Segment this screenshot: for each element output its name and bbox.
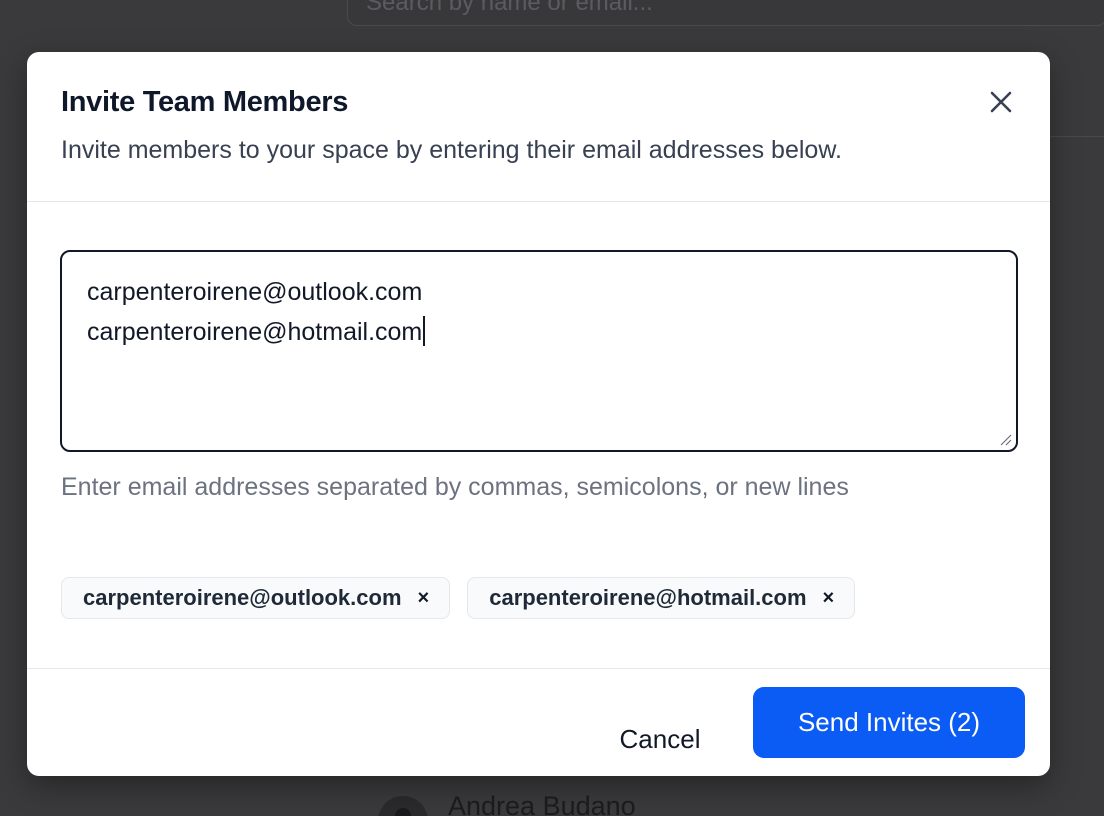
background-divider [1050,136,1104,137]
email-textarea-content: carpenteroirene@outlook.com carpenteroir… [87,272,426,352]
cancel-button[interactable]: Cancel [590,704,730,774]
background-search-placeholder: Search by name or email... [366,0,653,16]
text-caret [423,316,426,346]
background-member-name: Andrea Budano [448,791,636,816]
email-chip-label: carpenteroirene@hotmail.com [489,585,807,610]
remove-chip-icon[interactable]: × [418,588,430,608]
modal-title: Invite Team Members [61,86,349,118]
email-chip-list: carpenteroirene@outlook.com × carpentero… [61,577,856,619]
background-member-row: Andrea Budano [378,790,636,816]
email-textarea-line-with-caret: carpenteroirene@hotmail.com [87,312,426,352]
close-button[interactable] [985,86,1017,118]
background-search-input: Search by name or email... [347,0,1104,26]
remove-chip-icon[interactable]: × [823,588,835,608]
email-chip: carpenteroirene@outlook.com × [61,577,451,619]
modal-footer: Cancel Send Invites (2) [27,668,1050,776]
email-textarea-line: carpenteroirene@hotmail.com [87,318,423,346]
avatar [378,796,428,816]
close-icon [990,91,1012,113]
invite-modal: Invite Team Members Invite members to yo… [27,52,1050,776]
modal-subtitle: Invite members to your space by entering… [61,136,842,164]
modal-header: Invite Team Members Invite members to yo… [27,52,1050,202]
email-textarea-line: carpenteroirene@outlook.com [87,278,423,306]
email-textarea[interactable]: carpenteroirene@outlook.com carpenteroir… [60,250,1018,452]
resize-handle-icon[interactable] [998,432,1012,446]
send-invites-button[interactable]: Send Invites (2) [753,687,1025,758]
email-chip: carpenteroirene@hotmail.com × [467,577,856,619]
helper-text: Enter email addresses separated by comma… [61,473,849,501]
email-chip-label: carpenteroirene@outlook.com [83,585,402,610]
